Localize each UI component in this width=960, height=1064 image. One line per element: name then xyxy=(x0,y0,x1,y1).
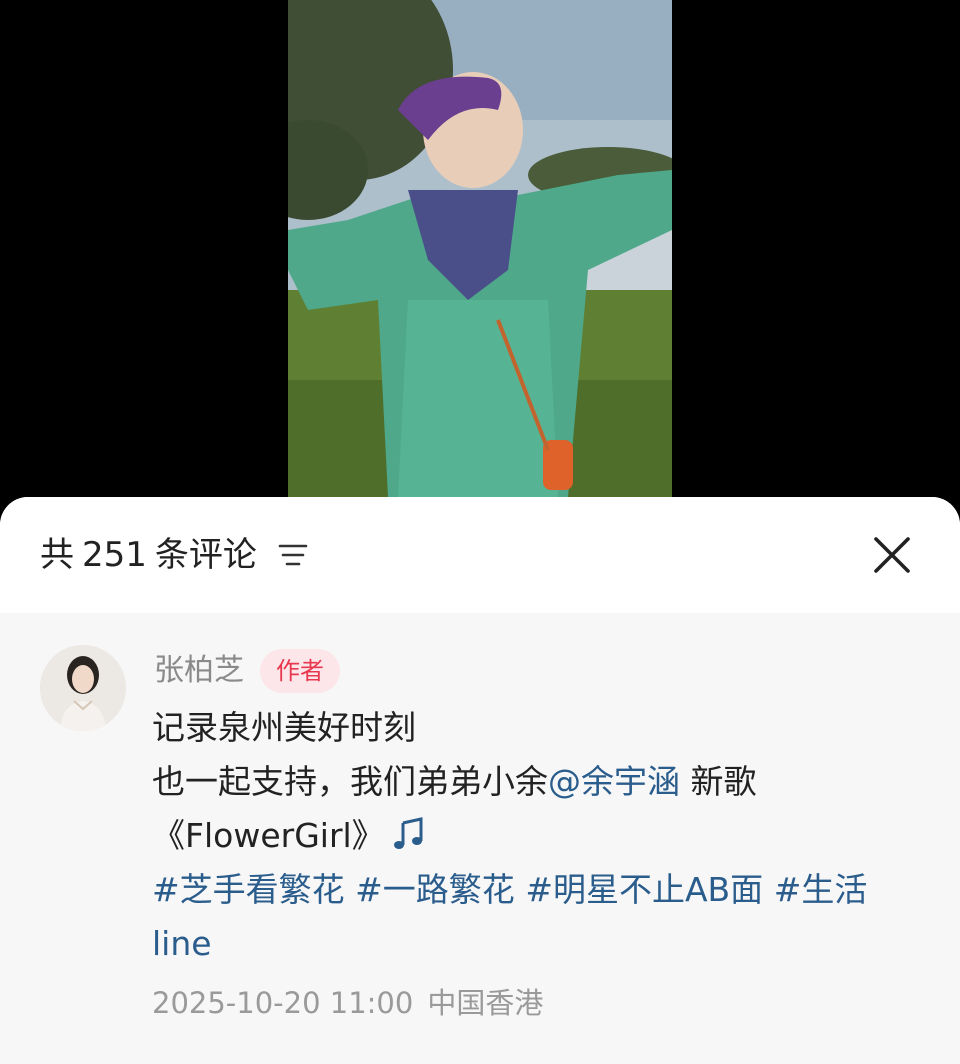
comment-list: 张柏芝 作者 记录泉州美好时刻 也一起支持，我们弟弟小余@余宇涵 新歌 《Flo… xyxy=(0,613,960,1064)
comment-sheet-header: 共 251 条评论 xyxy=(0,497,960,613)
author-badge: 作者 xyxy=(260,649,340,693)
comment-line-3: 《FlowerGirl》 xyxy=(152,809,922,863)
comment-count-prefix: 共 xyxy=(40,535,74,575)
avatar[interactable] xyxy=(40,645,126,731)
hashtag-link[interactable]: #生活 xyxy=(774,870,868,909)
comment-sheet: 共 251 条评论 张柏芝 作者 记录泉州美好时刻 也一起支持，我们弟弟小余@余… xyxy=(0,497,960,1064)
sort-lines-icon[interactable] xyxy=(278,542,308,568)
comment-text: 记录泉州美好时刻 也一起支持，我们弟弟小余@余宇涵 新歌 《FlowerGirl… xyxy=(152,701,922,971)
comment-line-1: 记录泉州美好时刻 xyxy=(152,708,416,747)
comment-line-2-text: 也一起支持，我们弟弟小余 xyxy=(152,762,548,801)
comment-meta: 2025-10-20 11:00 中国香港 xyxy=(152,983,543,1023)
comment-author-name[interactable]: 张柏芝 xyxy=(154,651,244,691)
hashtag-link[interactable]: #芝手看繁花 xyxy=(152,870,345,909)
comment-author-row: 张柏芝 作者 xyxy=(154,649,340,693)
mention-link[interactable]: @余宇涵 xyxy=(548,762,680,801)
comment-count: 共 251 条评论 xyxy=(40,533,257,577)
comment-line-2: 也一起支持，我们弟弟小余@余宇涵 新歌 xyxy=(152,755,922,809)
music-note-icon xyxy=(393,817,423,849)
avatar-image xyxy=(40,645,126,731)
close-icon[interactable] xyxy=(864,527,920,583)
comment-date: 2025-10-20 11:00 xyxy=(152,986,414,1020)
comment-count-value: 251 xyxy=(82,535,147,575)
song-title: 《FlowerGirl》 xyxy=(152,816,385,855)
hashtag-link-tail[interactable]: line xyxy=(152,917,922,971)
video-frame[interactable] xyxy=(288,0,672,497)
hashtag-link[interactable]: #明星不止AB面 xyxy=(525,870,763,909)
comment-line-2-tail: 新歌 xyxy=(680,762,757,801)
hashtag-link[interactable]: #一路繁花 xyxy=(355,870,515,909)
comment-tags-line: #芝手看繁花 #一路繁花 #明星不止AB面 #生活 xyxy=(152,863,922,917)
comment-count-suffix: 条评论 xyxy=(154,535,257,575)
comment-location: 中国香港 xyxy=(427,986,544,1020)
video-thumbnail-image xyxy=(288,0,672,497)
video-player[interactable] xyxy=(0,0,960,520)
